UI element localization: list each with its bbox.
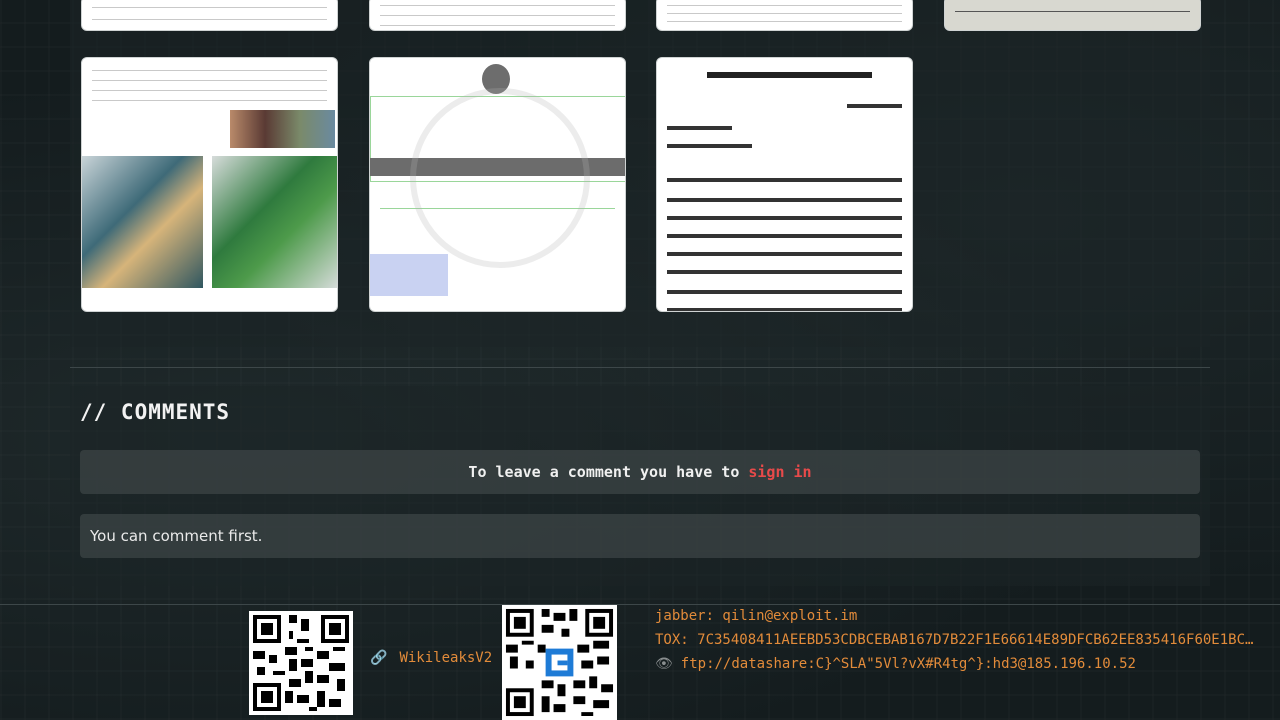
gallery-thumb-7[interactable] bbox=[656, 57, 913, 312]
wikileaks-link[interactable]: 🔗 WikileaksV2 bbox=[370, 650, 492, 666]
signin-prompt-text: To leave a comment you have to bbox=[468, 463, 740, 481]
gallery-thumb-3[interactable] bbox=[656, 0, 913, 31]
watermark-seal bbox=[410, 88, 590, 268]
ftp-address: ftp://datashare:C}^SLA"5Vl?vX#R4tg^}:hd3… bbox=[680, 656, 1136, 672]
section-divider bbox=[70, 367, 1210, 368]
tox-contact[interactable]: TOX: 7C35408411AEEBD53CDBCEBAB167D7B22F1… bbox=[655, 632, 1253, 648]
gallery-thumb-2[interactable] bbox=[369, 0, 626, 31]
signin-prompt: To leave a comment you have to sign in bbox=[80, 450, 1200, 494]
empty-comments-text: You can comment first. bbox=[90, 527, 263, 545]
footer-divider bbox=[0, 604, 1280, 605]
jabber-contact[interactable]: jabber: qilin@exploit.im bbox=[655, 608, 857, 624]
empty-comments-note: You can comment first. bbox=[80, 514, 1200, 558]
fabric-swatches bbox=[230, 110, 335, 148]
stamp-box bbox=[370, 254, 448, 296]
gallery-thumb-6[interactable] bbox=[369, 57, 626, 312]
gallery-thumb-4[interactable] bbox=[944, 0, 1201, 31]
comments-section: // COMMENTS To leave a comment you have … bbox=[70, 386, 1210, 586]
comments-title: // COMMENTS bbox=[80, 400, 231, 424]
ftp-contact[interactable]: 👁 ftp://datashare:C}^SLA"5Vl?vX#R4tg^}:hd… bbox=[655, 656, 1136, 672]
gallery-thumb-1[interactable] bbox=[81, 0, 338, 31]
product-photo-1 bbox=[82, 156, 203, 288]
wikileaks-label: WikileaksV2 bbox=[399, 650, 493, 666]
qr-code-1 bbox=[249, 611, 353, 715]
eye-icon: 👁 bbox=[655, 656, 673, 672]
link-icon: 🔗 bbox=[370, 650, 388, 666]
gallery-thumb-5[interactable] bbox=[81, 57, 338, 312]
signin-link[interactable]: sign in bbox=[748, 463, 811, 481]
gallery-panel bbox=[70, 0, 1210, 347]
product-photo-2 bbox=[212, 156, 337, 288]
qr-code-2 bbox=[502, 605, 617, 720]
